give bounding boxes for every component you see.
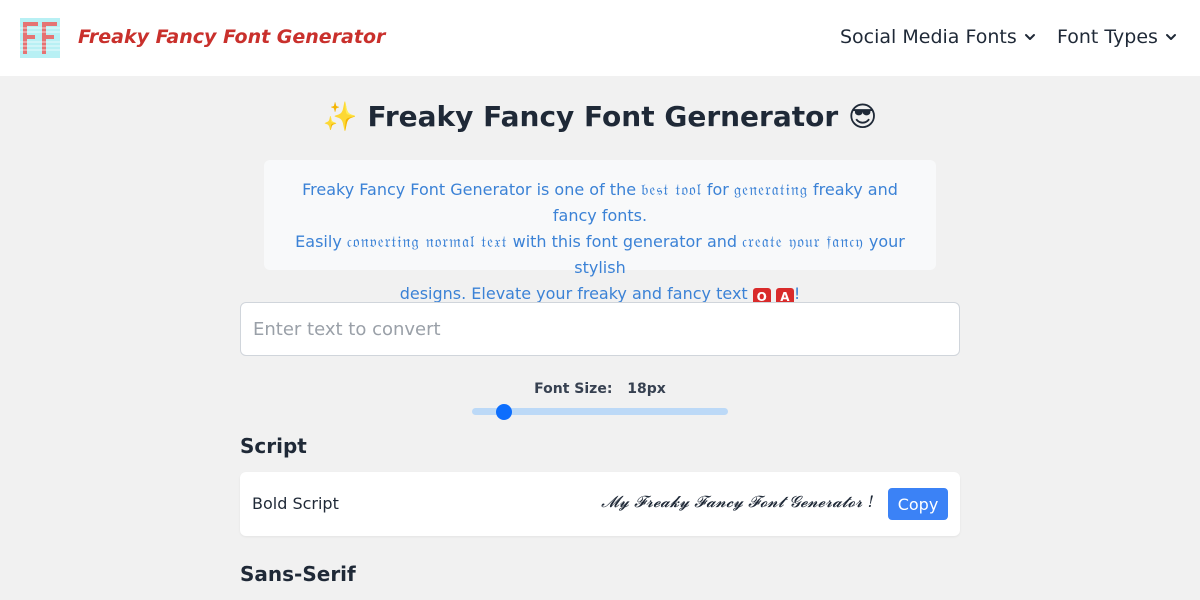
- intro-fancy-text: 𝔟𝔢𝔰𝔱 𝔱𝔬𝔬𝔩: [641, 180, 702, 199]
- nav-font-types[interactable]: Font Types: [1057, 26, 1178, 48]
- logo-icon: [20, 18, 60, 58]
- font-sample-preview[interactable]: 𝓜𝔂 𝓕𝓻𝓮𝓪𝓴𝔂 𝓕𝓪𝓷𝓬𝔂 𝓕𝓸𝓷𝓽 𝓖𝓮𝓷𝓮𝓻𝓪𝓽𝓸𝓻 !: [601, 492, 874, 512]
- intro-text: with this font generator and: [507, 232, 743, 251]
- intro-text: !: [793, 284, 801, 303]
- section-title-sans-serif: Sans-Serif: [240, 562, 356, 586]
- copy-button[interactable]: Copy: [888, 488, 948, 520]
- intro-text: for: [701, 180, 734, 199]
- page-title-text: Freaky Fancy Font Gernerator: [367, 100, 839, 133]
- intro-text: Easily: [295, 232, 347, 251]
- font-size-value: 18px: [627, 381, 666, 397]
- intro-description: Freaky Fancy Font Generator is one of th…: [264, 160, 936, 306]
- chevron-down-icon: [1165, 34, 1176, 40]
- sunglasses-face-icon: 😎: [847, 100, 878, 133]
- logo[interactable]: [20, 18, 60, 58]
- intro-text: designs. Elevate your freaky and fancy t…: [399, 284, 753, 303]
- nav-social-media-fonts[interactable]: Social Media Fonts: [840, 26, 1037, 48]
- brand-title[interactable]: Freaky Fancy Font Generator: [78, 26, 385, 48]
- nav-label: Font Types: [1057, 26, 1158, 48]
- font-size-label-text: Font Size:: [534, 381, 613, 397]
- intro-text: Freaky Fancy Font Generator is one of th…: [302, 180, 642, 199]
- intro-fancy-text: 𝔠𝔬𝔫𝔳𝔢𝔯𝔱𝔦𝔫𝔤 𝔫𝔬𝔯𝔪𝔞𝔩 𝔱𝔢𝔵𝔱: [346, 232, 508, 251]
- text-to-convert-input[interactable]: [240, 302, 960, 356]
- font-size-slider-thumb[interactable]: [496, 404, 512, 420]
- intro-fancy-text: 𝔤𝔢𝔫𝔢𝔯𝔞𝔱𝔦𝔫𝔤: [733, 180, 808, 199]
- page-title: ✨ Freaky Fancy Font Gernerator 😎: [0, 100, 1200, 133]
- sparkles-icon: ✨: [322, 100, 358, 133]
- top-navbar: Freaky Fancy Font Generator Social Media…: [0, 0, 1200, 76]
- font-style-name: Bold Script: [252, 494, 339, 513]
- intro-fancy-text: 𝔠𝔯𝔢𝔞𝔱𝔢 𝔶𝔬𝔲𝔯 𝔣𝔞𝔫𝔠𝔶: [742, 232, 864, 251]
- section-title-script: Script: [240, 434, 307, 458]
- chevron-down-icon: [1024, 34, 1035, 40]
- font-row-bold-script: Bold Script 𝓜𝔂 𝓕𝓻𝓮𝓪𝓴𝔂 𝓕𝓪𝓷𝓬𝔂 𝓕𝓸𝓷𝓽 𝓖𝓮𝓷𝓮𝓻𝓪𝓽…: [240, 472, 960, 536]
- nav-label: Social Media Fonts: [840, 26, 1017, 48]
- font-size-label: Font Size: 18px: [0, 381, 1200, 397]
